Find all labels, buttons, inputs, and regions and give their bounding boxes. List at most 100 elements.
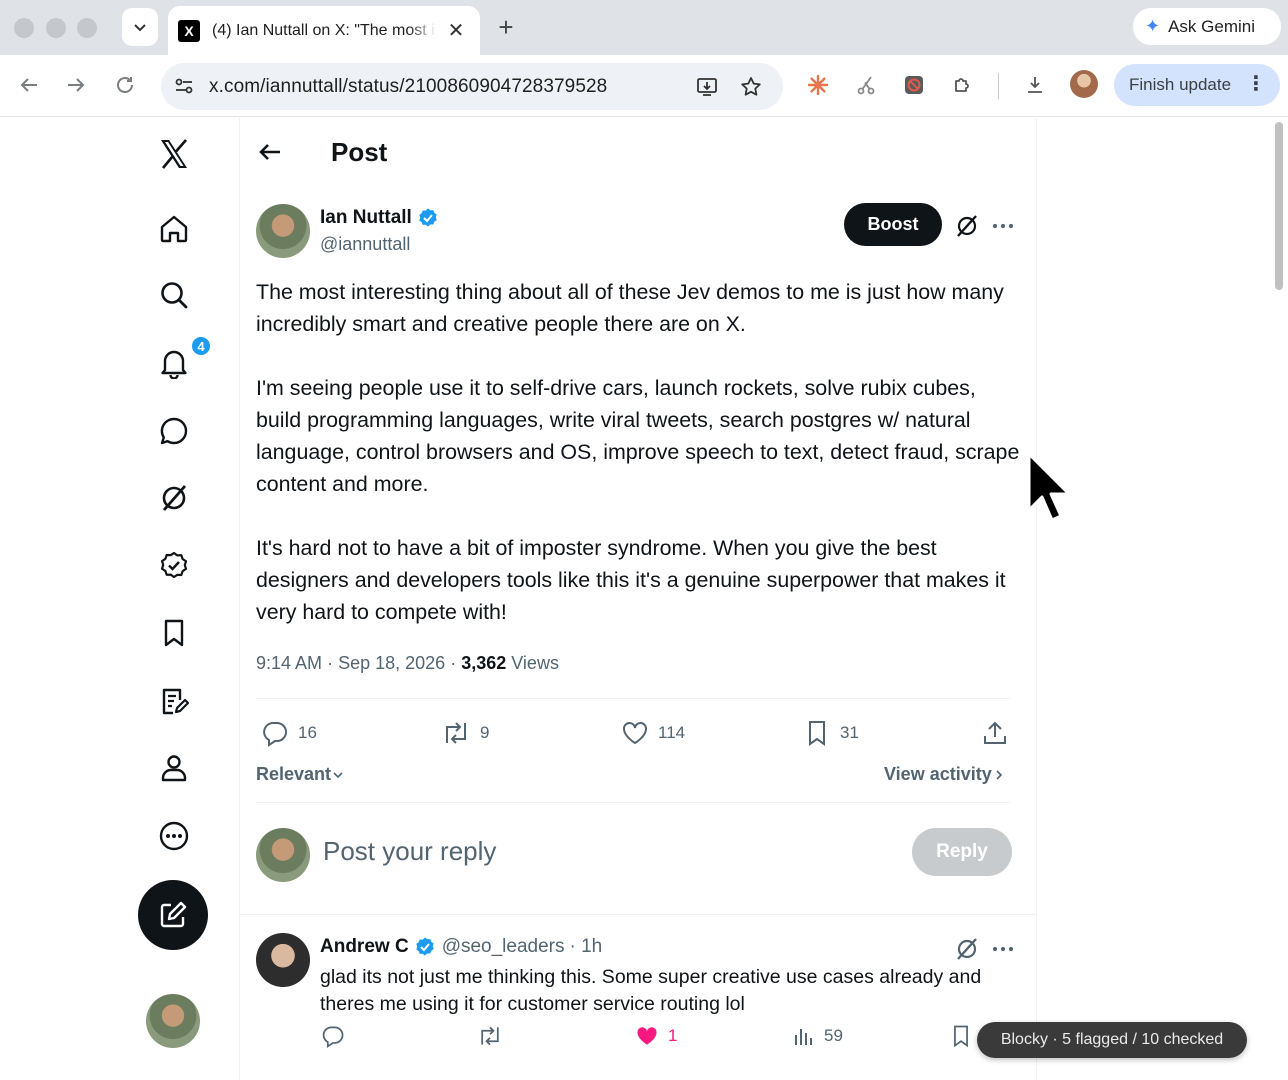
reply-post[interactable]: Andrew C @seo_leaders · 1h glad its not … [240,918,1036,1080]
view-activity-link[interactable]: View activity [884,764,1006,785]
reload-icon [117,77,133,93]
repost-icon [481,1026,499,1046]
x-favicon-icon: X [178,19,200,42]
compose-post-button[interactable] [138,880,208,950]
site-info-icon[interactable] [173,75,195,97]
forward-button[interactable] [62,71,90,99]
author-handle[interactable]: @iannuttall [320,234,410,255]
nav-articles[interactable] [154,681,194,721]
verified-checkmark-icon [419,208,437,227]
profile-icon [161,755,187,782]
browser-tab-active[interactable]: X (4) Ian Nuttall on X: "The most intere… [168,6,480,55]
extension-blocky-icon[interactable] [900,71,928,99]
boost-button[interactable]: Boost [844,203,942,246]
mouse-cursor-icon [1027,452,1070,522]
author-name-row[interactable]: Ian Nuttall [320,207,439,229]
nav-grok[interactable] [154,478,194,518]
post-header: Post [240,118,1036,186]
divider [240,914,1036,915]
bookmark-icon [809,721,825,746]
extensions-puzzle-icon[interactable] [949,71,977,99]
reply-icon [263,722,287,747]
post-time[interactable]: 9:14 AM [256,653,322,673]
heart-filled-icon [637,1027,657,1045]
reply-sort-dropdown[interactable]: Relevant [256,764,345,785]
window-close-button[interactable] [14,18,34,38]
window-zoom-button[interactable] [77,18,97,38]
bookmark-icon [954,1025,968,1048]
reply-views-action[interactable]: 59 [792,1023,843,1049]
more-circle-icon [159,821,189,851]
window-minimize-button[interactable] [46,18,66,38]
grok-icon[interactable] [954,936,980,962]
reply-author-handle[interactable]: @seo_leaders [442,936,565,958]
reply-text: glad its not just me thinking this. Some… [320,966,982,1015]
browser-profile-avatar[interactable] [1070,70,1098,98]
analytics-bars-icon [795,1029,812,1045]
reply-like-action[interactable]: 1 [634,1023,677,1049]
chevron-right-icon [996,769,1002,780]
ask-gemini-button[interactable]: ✦ Ask Gemini [1133,8,1281,45]
downloads-icon[interactable] [1021,71,1049,99]
grok-icon [162,485,187,511]
toolbar-divider [998,73,999,99]
author-name: Ian Nuttall [320,207,412,228]
post-paragraph: I'm seeing people use it to self-drive c… [256,376,1020,496]
account-avatar[interactable] [146,994,200,1048]
reload-button[interactable] [111,71,139,99]
arrow-left-icon [20,78,37,92]
finish-update-label: Finish update [1129,75,1232,94]
bookmark-action[interactable]: 31 [802,718,859,748]
nav-bookmarks[interactable] [154,613,194,653]
reply-repost-action[interactable] [476,1023,512,1049]
nav-notifications[interactable]: 4 [154,335,212,383]
bell-icon [161,350,187,379]
new-tab-button[interactable]: + [494,12,518,42]
reply-action[interactable]: 16 [260,718,317,748]
tab-search-button[interactable] [122,8,158,46]
ask-gemini-label: Ask Gemini [1168,16,1256,36]
bookmark-star-icon[interactable] [739,75,763,99]
scrollbar-thumb[interactable] [1275,122,1283,290]
back-arrow-icon[interactable] [256,138,284,166]
page-scrollbar[interactable] [1270,118,1288,1080]
nav-profile[interactable] [154,748,194,788]
views-count: 3,362 [461,653,507,673]
address-bar[interactable]: x.com/iannuttall/status/2100860904728379… [161,63,783,110]
like-action[interactable]: 114 [620,718,685,748]
sort-label: Relevant [256,764,332,784]
reply-author-name[interactable]: Andrew C [320,936,409,958]
post-body: The most interesting thing about all of … [256,276,1026,660]
reply-reply-action[interactable] [320,1023,354,1049]
bookmark-count: 31 [840,723,859,742]
install-app-icon[interactable] [695,75,719,99]
nav-messages[interactable] [154,411,194,451]
grok-icon[interactable] [954,213,980,239]
more-options-icon[interactable] [990,213,1016,239]
page-title: Post [331,137,388,167]
nav-premium[interactable] [154,546,194,586]
author-avatar[interactable] [256,204,310,258]
reply-time[interactable]: · 1h [570,936,603,958]
repost-action[interactable]: 9 [440,718,489,748]
reply-like-count: 1 [668,1026,678,1045]
back-button[interactable] [15,71,43,99]
finish-update-button[interactable]: Finish update ⋮ [1114,64,1280,106]
extension-scissors-icon[interactable] [852,71,880,99]
reply-author-avatar[interactable] [256,933,310,987]
share-action[interactable] [980,718,1018,748]
more-options-icon[interactable] [990,936,1016,962]
notifications-badge: 4 [190,335,212,357]
tab-close-icon[interactable]: ✕ [446,18,466,43]
x-sidebar-nav: 4 [136,118,212,1080]
browser-toolbar: x.com/iannuttall/status/2100860904728379… [0,55,1288,117]
nav-more[interactable] [154,816,194,856]
reply-submit-button[interactable]: Reply [912,828,1012,876]
nav-home[interactable] [154,209,194,249]
nav-explore[interactable] [154,275,194,315]
x-logo-link[interactable] [154,134,194,174]
chevron-down-icon [134,24,146,32]
extension-burst-icon[interactable] [804,71,832,99]
reply-input[interactable]: Post your reply [323,836,496,867]
post-date[interactable]: Sep 18, 2026 [338,653,445,673]
